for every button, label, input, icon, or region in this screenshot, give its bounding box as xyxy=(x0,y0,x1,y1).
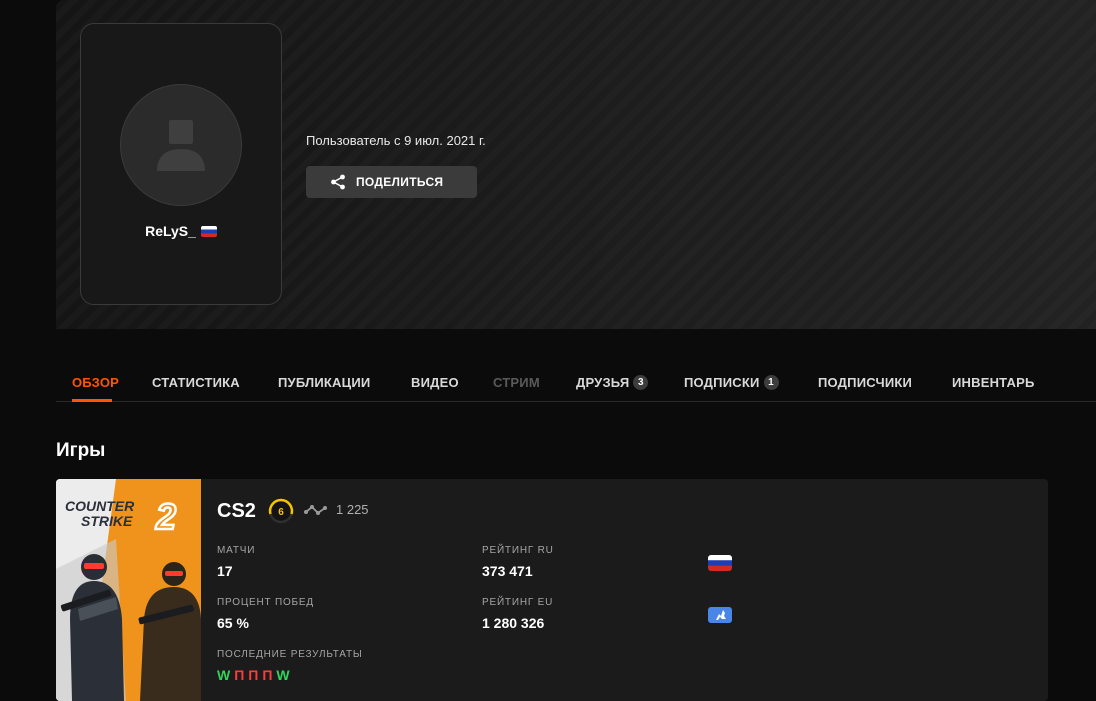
russia-flag-icon xyxy=(708,555,732,571)
game-card-cs2[interactable]: COUNTER STRIKE 2 CS2 6 1 225 МАТЧИ 17 ПР… xyxy=(56,479,1048,701)
tab-label: ДРУЗЬЯ xyxy=(576,375,630,390)
profile-tabs: ОБЗОР СТАТИСТИКА ПУБЛИКАЦИИ ВИДЕО СТРИМ … xyxy=(56,362,1096,402)
share-button[interactable]: ПОДЕЛИТЬСЯ xyxy=(306,166,477,198)
elo-display: 1 225 xyxy=(304,502,369,517)
member-since: Пользователь с 9 июл. 2021 г. xyxy=(306,133,486,148)
elo-graph-icon xyxy=(304,504,327,515)
username-row: ReLyS_ xyxy=(81,223,281,239)
tab-friends[interactable]: ДРУЗЬЯ 3 xyxy=(576,375,649,390)
russia-flag-icon xyxy=(200,225,217,237)
tab-label: ВИДЕО xyxy=(411,375,459,390)
cs2-cover-image: COUNTER STRIKE 2 xyxy=(56,479,201,701)
skill-level-badge: 6 xyxy=(268,498,294,524)
recent-results: W П П П W xyxy=(217,667,290,683)
friends-count-badge: 3 xyxy=(633,375,649,390)
user-silhouette-icon xyxy=(157,120,205,171)
matches-value: 17 xyxy=(217,563,233,579)
cs2-cover-art: COUNTER STRIKE 2 xyxy=(56,479,201,701)
tab-overview[interactable]: ОБЗОР xyxy=(72,375,119,390)
rating-eu-value: 1 280 326 xyxy=(482,615,545,631)
winrate-value: 65 % xyxy=(217,615,249,631)
tab-label: ПУБЛИКАЦИИ xyxy=(278,375,371,390)
tab-video[interactable]: ВИДЕО xyxy=(411,375,459,390)
tab-label: СТАТИСТИКА xyxy=(152,375,240,390)
tab-label: СТРИМ xyxy=(493,375,540,390)
games-section-title: Игры xyxy=(56,440,106,461)
result-win: W xyxy=(217,667,231,683)
skill-level-6-icon: 6 xyxy=(268,498,294,524)
recent-results-label: ПОСЛЕДНИЕ РЕЗУЛЬТАТЫ xyxy=(217,649,363,660)
tab-label: ОБЗОР xyxy=(72,375,120,390)
game-name: CS2 xyxy=(217,500,256,522)
username: ReLyS_ xyxy=(145,223,196,239)
winrate-label: ПРОЦЕНТ ПОБЕД xyxy=(217,597,314,608)
tab-label: ИНВЕНТАРЬ xyxy=(952,375,1035,390)
tab-subscriptions[interactable]: ПОДПИСКИ 1 xyxy=(684,375,779,390)
tab-statistics[interactable]: СТАТИСТИКА xyxy=(152,375,240,390)
profile-page: ReLyS_ Пользователь с 9 июл. 2021 г. ПОД… xyxy=(0,0,1096,701)
europe-region-icon xyxy=(708,607,732,623)
result-loss: П xyxy=(248,667,259,683)
tab-label: ПОДПИСКИ xyxy=(684,375,760,390)
subscriptions-count-badge: 1 xyxy=(763,375,779,390)
share-label: ПОДЕЛИТЬСЯ xyxy=(356,175,444,189)
avatar[interactable] xyxy=(120,84,242,206)
cover-title-line1: COUNTER xyxy=(65,498,135,514)
elo-value: 1 225 xyxy=(336,502,369,517)
profile-card: ReLyS_ xyxy=(80,23,282,305)
share-icon xyxy=(331,174,345,190)
active-tab-indicator xyxy=(72,399,112,402)
result-loss: П xyxy=(234,667,245,683)
skill-level-value: 6 xyxy=(278,507,284,518)
matches-label: МАТЧИ xyxy=(217,545,256,556)
tab-label: ПОДПИСЧИКИ xyxy=(818,375,913,390)
result-loss: П xyxy=(262,667,273,683)
cover-title-number: 2 xyxy=(155,496,176,537)
tab-subscribers[interactable]: ПОДПИСЧИКИ xyxy=(818,375,912,390)
tab-stream[interactable]: СТРИМ xyxy=(493,375,540,390)
tab-inventory[interactable]: ИНВЕНТАРЬ xyxy=(952,375,1035,390)
cover-title-line2: STRIKE xyxy=(81,513,133,529)
rating-eu-label: РЕЙТИНГ EU xyxy=(482,597,554,608)
result-win: W xyxy=(276,667,290,683)
tab-publications[interactable]: ПУБЛИКАЦИИ xyxy=(278,375,370,390)
rating-ru-label: РЕЙТИНГ RU xyxy=(482,545,554,556)
rating-ru-value: 373 471 xyxy=(482,563,533,579)
